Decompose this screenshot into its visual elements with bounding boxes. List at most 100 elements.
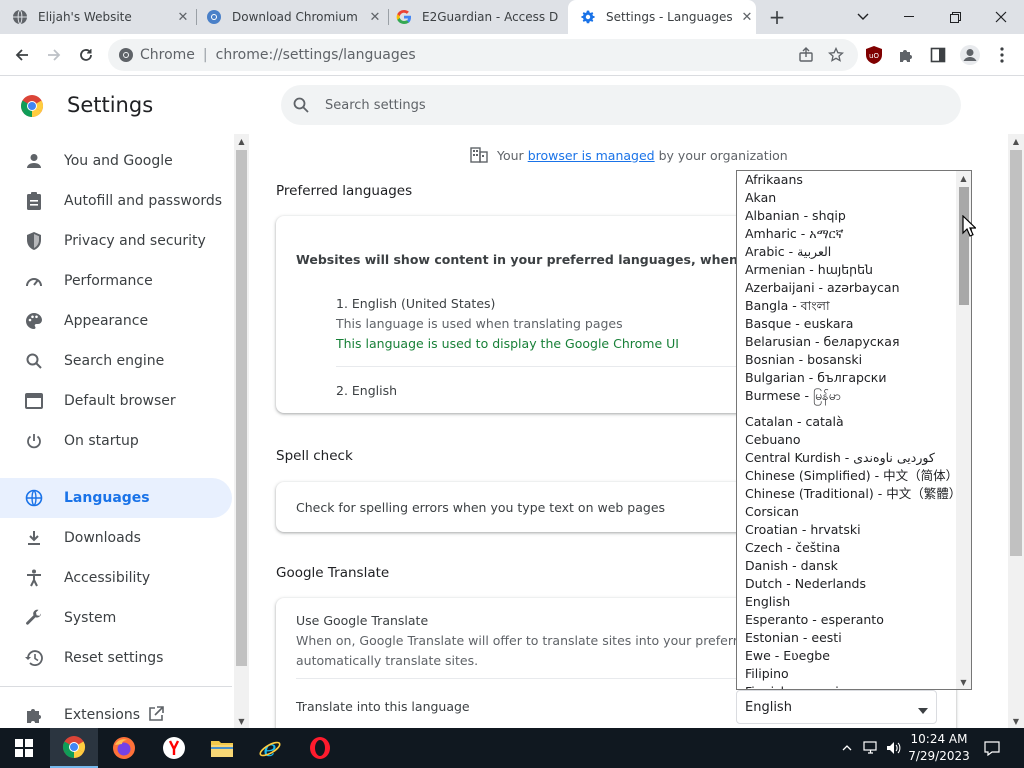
dropdown-option[interactable]: Bulgarian - български bbox=[745, 369, 886, 387]
dropdown-option[interactable]: Ewe - Eʋegbe bbox=[745, 647, 830, 665]
sidebar-item-reset-settings[interactable]: Reset settings bbox=[0, 638, 232, 678]
tab-title: Download Chromium bbox=[232, 10, 358, 24]
star-icon[interactable] bbox=[828, 47, 844, 63]
language-item-english: 2. English bbox=[336, 383, 398, 398]
windows-taskbar: e 10:24 AM 7/29/2023 bbox=[0, 728, 1024, 768]
profile-avatar[interactable] bbox=[958, 43, 982, 67]
sidebar-item-downloads[interactable]: Downloads bbox=[0, 518, 232, 558]
tab-settings-languages[interactable]: Settings - Languages ✕ bbox=[568, 0, 756, 34]
dropdown-option[interactable]: Chinese (Simplified) - 中文（简体） bbox=[745, 467, 958, 485]
address-bar[interactable]: Chrome | chrome://settings/languages bbox=[108, 39, 858, 71]
dropdown-scrollbar[interactable]: ▲ ▼ bbox=[956, 171, 971, 689]
internet-explorer-icon: e bbox=[259, 737, 281, 760]
tab-download-chromium[interactable]: Download Chromium ✕ bbox=[206, 0, 384, 34]
dropdown-option[interactable]: Finnish - suomi bbox=[745, 683, 839, 689]
close-icon[interactable]: ✕ bbox=[738, 8, 756, 26]
page-scrollbar[interactable]: ▲ ▼ bbox=[1008, 134, 1024, 728]
dropdown-option[interactable]: Cebuano bbox=[745, 431, 801, 449]
start-button[interactable] bbox=[0, 728, 48, 768]
sidebar-item-accessibility[interactable]: Accessibility bbox=[0, 558, 232, 598]
dropdown-option[interactable]: Arabic - العربية bbox=[745, 243, 831, 261]
dropdown-option[interactable]: Dutch - Nederlands bbox=[745, 575, 866, 593]
dropdown-option[interactable]: Afrikaans bbox=[745, 171, 803, 189]
dropdown-option[interactable]: Estonian - eesti bbox=[745, 629, 842, 647]
sidebar-item-you-and-google[interactable]: You and Google bbox=[0, 141, 232, 181]
taskbar-firefox[interactable] bbox=[100, 728, 148, 768]
dropdown-option[interactable]: Azerbaijani - azərbaycan bbox=[745, 279, 900, 297]
dropdown-option[interactable]: Czech - čeština bbox=[745, 539, 840, 557]
dropdown-option[interactable]: Catalan - català bbox=[745, 413, 844, 431]
scroll-up-icon: ▲ bbox=[960, 173, 967, 183]
dropdown-arrow-icon bbox=[918, 703, 928, 714]
dropdown-option[interactable]: Albanian - shqip bbox=[745, 207, 846, 225]
clipboard-icon bbox=[24, 191, 44, 211]
dropdown-option[interactable]: Croatian - hrvatski bbox=[745, 521, 861, 539]
dropdown-option[interactable]: Chinese (Traditional) - 中文（繁體） bbox=[745, 485, 961, 503]
network-icon[interactable] bbox=[860, 728, 882, 768]
dropdown-option[interactable]: Burmese - မြန်မာ bbox=[745, 387, 841, 405]
dropdown-option[interactable]: Basque - euskara bbox=[745, 315, 853, 333]
taskbar-yandex[interactable] bbox=[150, 728, 198, 768]
taskbar-opera[interactable] bbox=[296, 728, 344, 768]
reload-button[interactable] bbox=[72, 42, 100, 68]
dropdown-option[interactable]: Corsican bbox=[745, 503, 799, 521]
notifications-icon[interactable] bbox=[978, 728, 1006, 768]
chromium-icon bbox=[206, 9, 222, 25]
puzzle-icon bbox=[24, 705, 44, 725]
dropdown-option[interactable]: Bangla - বাংলা bbox=[745, 297, 830, 315]
share-icon[interactable] bbox=[798, 47, 814, 63]
tab-elijahs-website[interactable]: Elijah's Website ✕ bbox=[12, 0, 192, 34]
taskbar-internet-explorer[interactable]: e bbox=[246, 728, 294, 768]
use-google-translate-label: Use Google Translate bbox=[296, 613, 429, 628]
sidebar-item-search-engine[interactable]: Search engine bbox=[0, 341, 232, 381]
settings-sidebar: You and Google Autofill and passwords Pr… bbox=[0, 138, 235, 728]
sidebar-item-system[interactable]: System bbox=[0, 598, 232, 638]
shield-icon bbox=[24, 231, 44, 251]
language-dropdown-list[interactable]: Afrikaans Akan Albanian - shqip Amharic - አ… bbox=[736, 170, 972, 690]
close-icon[interactable]: ✕ bbox=[366, 8, 384, 26]
dropdown-option[interactable]: Amharic - አማርኛ bbox=[745, 225, 843, 243]
clock-time: 10:24 AM bbox=[910, 732, 968, 746]
more-menu-icon[interactable] bbox=[990, 43, 1014, 67]
dropdown-option[interactable]: Esperanto - esperanto bbox=[745, 611, 884, 629]
sidebar-item-default-browser[interactable]: Default browser bbox=[0, 381, 232, 421]
browser-managed-link[interactable]: browser is managed bbox=[528, 148, 655, 163]
tab-e2guardian[interactable]: E2Guardian - Access D bbox=[396, 0, 566, 34]
volume-icon[interactable] bbox=[884, 728, 904, 768]
dropdown-option[interactable]: English bbox=[745, 593, 790, 611]
minimize-button[interactable] bbox=[886, 0, 932, 34]
dropdown-option[interactable]: Armenian - հայերեն bbox=[745, 261, 873, 279]
side-panel-icon[interactable] bbox=[926, 43, 950, 67]
extensions-puzzle-icon[interactable] bbox=[894, 43, 918, 67]
taskbar-chrome[interactable] bbox=[50, 728, 98, 768]
translate-language-select[interactable]: English bbox=[736, 690, 937, 724]
back-button[interactable] bbox=[8, 42, 36, 68]
taskbar-clock[interactable]: 10:24 AM 7/29/2023 bbox=[904, 731, 974, 765]
use-google-translate-desc: When on, Google Translate will offer to … bbox=[296, 633, 785, 648]
sidebar-item-performance[interactable]: Performance bbox=[0, 261, 232, 301]
ublock-icon[interactable]: uO bbox=[862, 43, 886, 67]
sidebar-scrollbar[interactable]: ▲ ▼ bbox=[234, 134, 249, 728]
forward-button[interactable] bbox=[40, 42, 68, 68]
search-settings-input[interactable]: Search settings bbox=[281, 85, 961, 125]
show-hidden-icons[interactable] bbox=[838, 728, 856, 768]
dropdown-option[interactable]: Danish - dansk bbox=[745, 557, 838, 575]
dropdown-option[interactable]: Filipino bbox=[745, 665, 789, 683]
dropdown-option[interactable]: Akan bbox=[745, 189, 776, 207]
new-tab-button[interactable]: + bbox=[765, 5, 789, 29]
dropdown-option[interactable]: Bosnian - bosanski bbox=[745, 351, 862, 369]
close-window-button[interactable] bbox=[978, 0, 1024, 34]
dropdown-option[interactable]: Central Kurdish - کوردیی ناوەندی bbox=[745, 449, 935, 467]
building-icon bbox=[470, 146, 488, 164]
tab-search-button[interactable] bbox=[840, 0, 886, 34]
close-icon[interactable]: ✕ bbox=[174, 8, 192, 26]
sidebar-item-privacy[interactable]: Privacy and security bbox=[0, 221, 232, 261]
taskbar-file-explorer[interactable] bbox=[198, 728, 246, 768]
restore-button[interactable] bbox=[932, 0, 978, 34]
sidebar-item-languages[interactable]: Languages bbox=[0, 478, 232, 518]
sidebar-item-appearance[interactable]: Appearance bbox=[0, 301, 232, 341]
dropdown-option[interactable]: Belarusian - беларуская bbox=[745, 333, 899, 351]
search-icon bbox=[293, 95, 313, 115]
sidebar-item-on-startup[interactable]: On startup bbox=[0, 421, 232, 461]
sidebar-item-autofill[interactable]: Autofill and passwords bbox=[0, 181, 232, 221]
